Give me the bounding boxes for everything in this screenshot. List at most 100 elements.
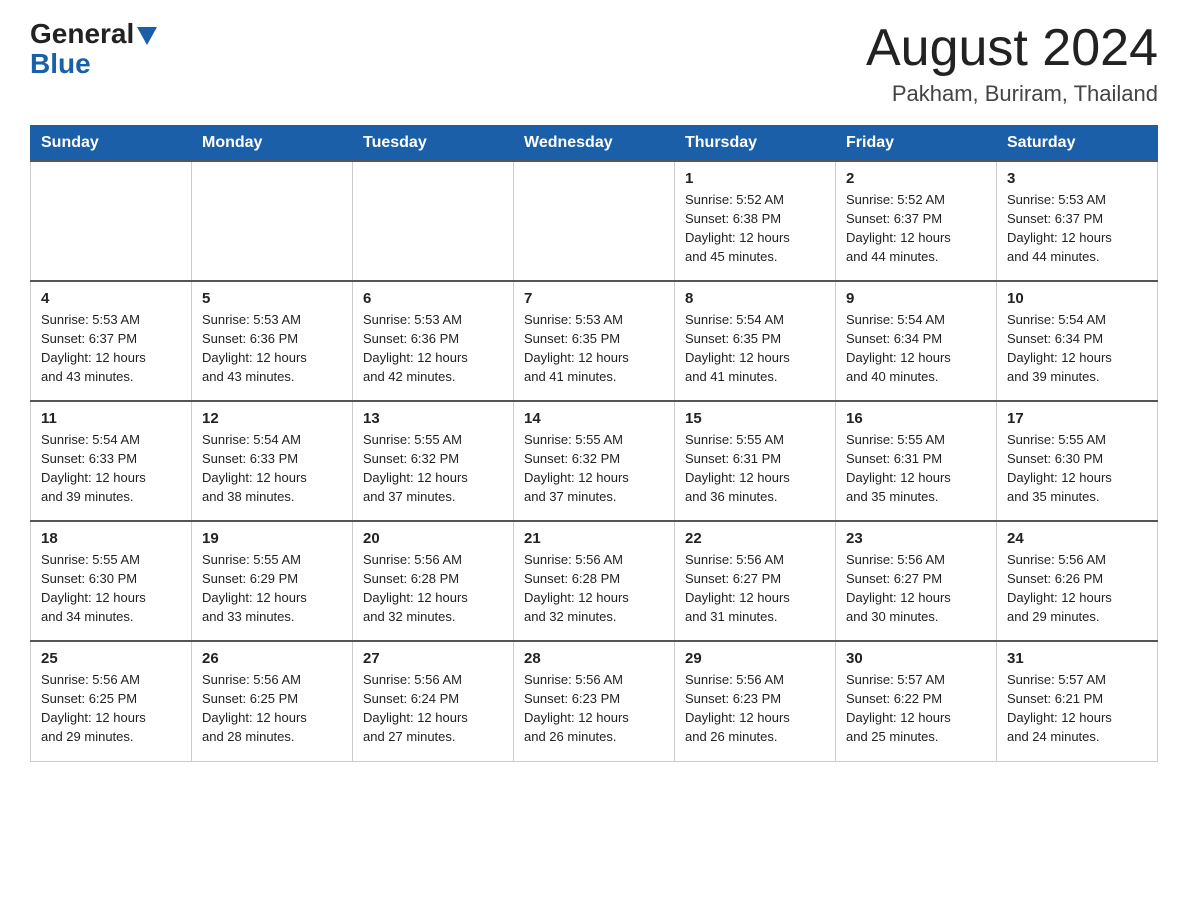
calendar-location: Pakham, Buriram, Thailand <box>866 81 1158 107</box>
day-number: 13 <box>363 410 503 427</box>
calendar-cell: 14Sunrise: 5:55 AM Sunset: 6:32 PM Dayli… <box>514 401 675 521</box>
calendar-cell: 30 Sunrise: 5:57 AM Sunset: 6:22 PM Dayli… <box>836 641 997 761</box>
day-header-thursday: Thursday <box>675 126 836 162</box>
day-info: Sunrise: 5:56 AM Sunset: 6:27 PM Dayligh… <box>846 551 986 626</box>
page-header: General Blue August 2024 Pakham, Buriram… <box>30 20 1158 107</box>
day-info: Sunrise: 5:53 AM Sunset: 6:36 PM Dayligh… <box>363 311 503 386</box>
day-info: Sunrise: 5:56 AM Sunset: 6:25 PM Dayligh… <box>41 671 181 746</box>
day-info: Sunrise: 5:54 AM Sunset: 6:33 PM Dayligh… <box>202 431 342 506</box>
calendar-table: SundayMondayTuesdayWednesdayThursdayFrid… <box>30 125 1158 762</box>
day-number: 10 <box>1007 290 1147 307</box>
day-number: 28 <box>524 650 664 667</box>
calendar-cell: 1Sunrise: 5:52 AM Sunset: 6:38 PM Daylig… <box>675 161 836 281</box>
days-of-week-row: SundayMondayTuesdayWednesdayThursdayFrid… <box>31 126 1158 162</box>
day-info: Sunrise: 5:56 AM Sunset: 6:26 PM Dayligh… <box>1007 551 1147 626</box>
calendar-cell: 7 Sunrise: 5:53 AM Sunset: 6:35 PM Daylig… <box>514 281 675 401</box>
day-number: 29 <box>685 650 825 667</box>
day-header-wednesday: Wednesday <box>514 126 675 162</box>
day-header-tuesday: Tuesday <box>353 126 514 162</box>
day-info: Sunrise: 5:53 AM Sunset: 6:35 PM Dayligh… <box>524 311 664 386</box>
calendar-cell: 26 Sunrise: 5:56 AM Sunset: 6:25 PM Dayli… <box>192 641 353 761</box>
day-number: 23 <box>846 530 986 547</box>
calendar-cell: 10 Sunrise: 5:54 AM Sunset: 6:34 PM Dayli… <box>997 281 1158 401</box>
day-info: Sunrise: 5:54 AM Sunset: 6:35 PM Dayligh… <box>685 311 825 386</box>
day-number: 31 <box>1007 650 1147 667</box>
calendar-cell: 29 Sunrise: 5:56 AM Sunset: 6:23 PM Dayli… <box>675 641 836 761</box>
calendar-cell: 6 Sunrise: 5:53 AM Sunset: 6:36 PM Daylig… <box>353 281 514 401</box>
calendar-cell: 5 Sunrise: 5:53 AM Sunset: 6:36 PM Daylig… <box>192 281 353 401</box>
day-info: Sunrise: 5:55 AM Sunset: 6:32 PM Dayligh… <box>363 431 503 506</box>
day-number: 7 <box>524 290 664 307</box>
calendar-cell: 22Sunrise: 5:56 AM Sunset: 6:27 PM Dayli… <box>675 521 836 641</box>
day-info: Sunrise: 5:55 AM Sunset: 6:31 PM Dayligh… <box>685 431 825 506</box>
day-info: Sunrise: 5:55 AM Sunset: 6:31 PM Dayligh… <box>846 431 986 506</box>
day-info: Sunrise: 5:56 AM Sunset: 6:27 PM Dayligh… <box>685 551 825 626</box>
day-info: Sunrise: 5:56 AM Sunset: 6:24 PM Dayligh… <box>363 671 503 746</box>
day-number: 24 <box>1007 530 1147 547</box>
logo-arrow-icon <box>135 23 157 45</box>
day-number: 14 <box>524 410 664 427</box>
week-row-5: 25Sunrise: 5:56 AM Sunset: 6:25 PM Dayli… <box>31 641 1158 761</box>
day-info: Sunrise: 5:52 AM Sunset: 6:37 PM Dayligh… <box>846 191 986 266</box>
day-header-monday: Monday <box>192 126 353 162</box>
day-number: 30 <box>846 650 986 667</box>
calendar-cell: 20 Sunrise: 5:56 AM Sunset: 6:28 PM Dayli… <box>353 521 514 641</box>
day-number: 17 <box>1007 410 1147 427</box>
calendar-cell: 28 Sunrise: 5:56 AM Sunset: 6:23 PM Dayli… <box>514 641 675 761</box>
calendar-cell: 27 Sunrise: 5:56 AM Sunset: 6:24 PM Dayli… <box>353 641 514 761</box>
day-info: Sunrise: 5:55 AM Sunset: 6:29 PM Dayligh… <box>202 551 342 626</box>
day-number: 21 <box>524 530 664 547</box>
calendar-cell: 31 Sunrise: 5:57 AM Sunset: 6:21 PM Dayli… <box>997 641 1158 761</box>
day-number: 26 <box>202 650 342 667</box>
calendar-cell: 9Sunrise: 5:54 AM Sunset: 6:34 PM Daylig… <box>836 281 997 401</box>
calendar-cell: 17 Sunrise: 5:55 AM Sunset: 6:30 PM Dayli… <box>997 401 1158 521</box>
day-number: 27 <box>363 650 503 667</box>
calendar-cell: 21 Sunrise: 5:56 AM Sunset: 6:28 PM Dayli… <box>514 521 675 641</box>
day-number: 12 <box>202 410 342 427</box>
day-info: Sunrise: 5:57 AM Sunset: 6:22 PM Dayligh… <box>846 671 986 746</box>
calendar-cell: 15Sunrise: 5:55 AM Sunset: 6:31 PM Dayli… <box>675 401 836 521</box>
day-info: Sunrise: 5:54 AM Sunset: 6:34 PM Dayligh… <box>1007 311 1147 386</box>
day-info: Sunrise: 5:53 AM Sunset: 6:37 PM Dayligh… <box>41 311 181 386</box>
calendar-cell: 18Sunrise: 5:55 AM Sunset: 6:30 PM Dayli… <box>31 521 192 641</box>
day-info: Sunrise: 5:56 AM Sunset: 6:23 PM Dayligh… <box>685 671 825 746</box>
day-number: 2 <box>846 170 986 187</box>
calendar-title: August 2024 <box>866 20 1158 77</box>
calendar-cell: 19Sunrise: 5:55 AM Sunset: 6:29 PM Dayli… <box>192 521 353 641</box>
day-header-sunday: Sunday <box>31 126 192 162</box>
day-number: 20 <box>363 530 503 547</box>
calendar-cell: 16Sunrise: 5:55 AM Sunset: 6:31 PM Dayli… <box>836 401 997 521</box>
day-number: 18 <box>41 530 181 547</box>
day-number: 5 <box>202 290 342 307</box>
calendar-cell: 8Sunrise: 5:54 AM Sunset: 6:35 PM Daylig… <box>675 281 836 401</box>
day-info: Sunrise: 5:56 AM Sunset: 6:28 PM Dayligh… <box>363 551 503 626</box>
calendar-cell: 24 Sunrise: 5:56 AM Sunset: 6:26 PM Dayli… <box>997 521 1158 641</box>
day-number: 6 <box>363 290 503 307</box>
day-info: Sunrise: 5:54 AM Sunset: 6:34 PM Dayligh… <box>846 311 986 386</box>
day-header-saturday: Saturday <box>997 126 1158 162</box>
title-block: August 2024 Pakham, Buriram, Thailand <box>866 20 1158 107</box>
calendar-cell <box>514 161 675 281</box>
calendar-cell: 3 Sunrise: 5:53 AM Sunset: 6:37 PM Daylig… <box>997 161 1158 281</box>
calendar-cell: 2 Sunrise: 5:52 AM Sunset: 6:37 PM Daylig… <box>836 161 997 281</box>
day-number: 3 <box>1007 170 1147 187</box>
day-info: Sunrise: 5:55 AM Sunset: 6:30 PM Dayligh… <box>1007 431 1147 506</box>
day-info: Sunrise: 5:56 AM Sunset: 6:23 PM Dayligh… <box>524 671 664 746</box>
day-info: Sunrise: 5:56 AM Sunset: 6:28 PM Dayligh… <box>524 551 664 626</box>
day-number: 11 <box>41 410 181 427</box>
week-row-2: 4Sunrise: 5:53 AM Sunset: 6:37 PM Daylig… <box>31 281 1158 401</box>
day-info: Sunrise: 5:54 AM Sunset: 6:33 PM Dayligh… <box>41 431 181 506</box>
calendar-cell <box>31 161 192 281</box>
week-row-4: 18Sunrise: 5:55 AM Sunset: 6:30 PM Dayli… <box>31 521 1158 641</box>
day-info: Sunrise: 5:53 AM Sunset: 6:36 PM Dayligh… <box>202 311 342 386</box>
day-info: Sunrise: 5:53 AM Sunset: 6:37 PM Dayligh… <box>1007 191 1147 266</box>
week-row-1: 1Sunrise: 5:52 AM Sunset: 6:38 PM Daylig… <box>31 161 1158 281</box>
week-row-3: 11 Sunrise: 5:54 AM Sunset: 6:33 PM Dayli… <box>31 401 1158 521</box>
calendar-cell: 12 Sunrise: 5:54 AM Sunset: 6:33 PM Dayli… <box>192 401 353 521</box>
calendar-cell: 4Sunrise: 5:53 AM Sunset: 6:37 PM Daylig… <box>31 281 192 401</box>
day-info: Sunrise: 5:56 AM Sunset: 6:25 PM Dayligh… <box>202 671 342 746</box>
calendar-cell: 23 Sunrise: 5:56 AM Sunset: 6:27 PM Dayli… <box>836 521 997 641</box>
day-info: Sunrise: 5:57 AM Sunset: 6:21 PM Dayligh… <box>1007 671 1147 746</box>
logo: General Blue <box>30 20 157 80</box>
calendar-cell <box>192 161 353 281</box>
